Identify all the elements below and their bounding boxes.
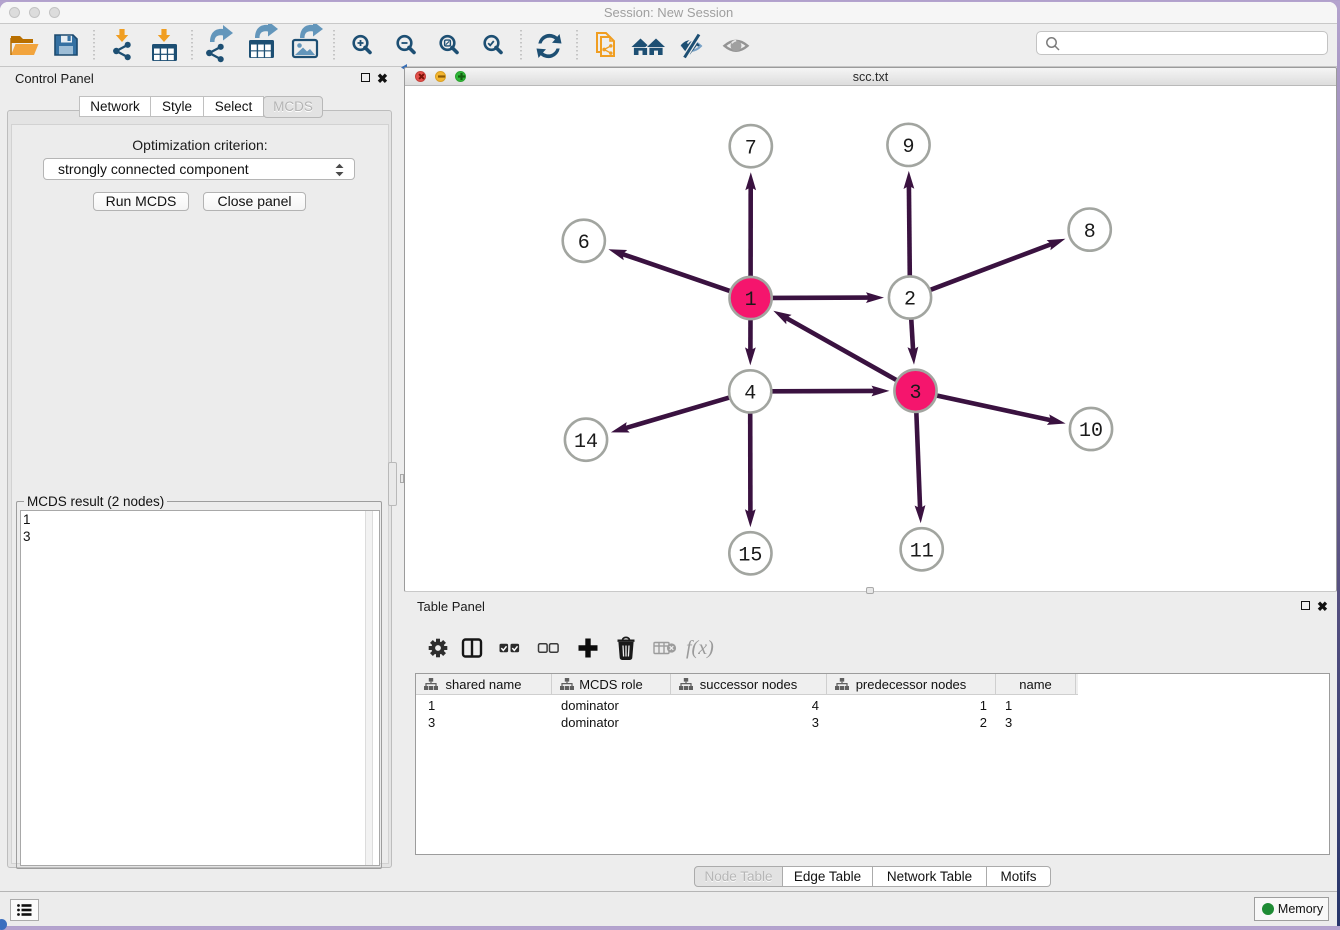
svg-text:10: 10 — [1079, 420, 1103, 443]
svg-text:9: 9 — [902, 136, 914, 159]
svg-text:4: 4 — [744, 383, 756, 406]
svg-text:11: 11 — [910, 541, 934, 564]
svg-text:14: 14 — [574, 431, 598, 454]
svg-text:15: 15 — [738, 545, 762, 568]
svg-text:3: 3 — [909, 382, 921, 405]
svg-text:7: 7 — [745, 137, 757, 160]
svg-text:6: 6 — [578, 232, 590, 255]
svg-text:f(x): f(x) — [686, 637, 714, 659]
svg-text:1: 1 — [745, 289, 757, 312]
svg-text:2: 2 — [904, 289, 916, 312]
svg-text:8: 8 — [1084, 221, 1096, 244]
